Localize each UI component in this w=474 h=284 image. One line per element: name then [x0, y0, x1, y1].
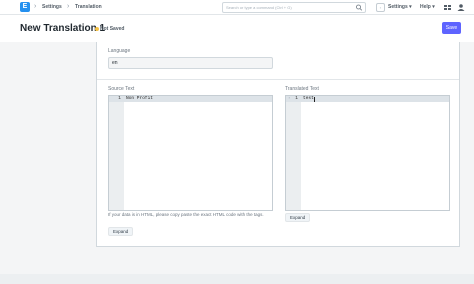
status-badge: Not Saved	[100, 26, 125, 32]
user-icon[interactable]: ▫	[376, 3, 385, 12]
source-text-editor[interactable]: 1 Non Profit	[108, 95, 273, 211]
breadcrumb-translation[interactable]: Translation	[75, 2, 102, 12]
editor-gutter	[109, 96, 124, 210]
chevron-right-icon: ›	[67, 3, 70, 10]
translated-code-line: test	[303, 96, 314, 101]
language-value: en	[112, 60, 118, 66]
settings-menu-label: Settings	[388, 4, 408, 10]
editor-gutter	[286, 96, 301, 210]
help-menu-label: Help	[420, 4, 431, 10]
language-field[interactable]: en	[108, 57, 273, 69]
language-label: Language	[108, 48, 131, 54]
search-input[interactable]: Search or type a command (Ctrl + G)	[226, 3, 292, 12]
translated-text-label: Translated Text	[285, 86, 319, 92]
source-code-line: Non Profit	[126, 96, 154, 101]
footer	[0, 274, 474, 284]
form-card: Language en Source Text 1 Non Profit Tra…	[96, 42, 460, 247]
help-menu[interactable]: Help ▾	[420, 2, 435, 12]
page-header: New Translation 1 Not Saved Save	[0, 15, 474, 42]
avatar[interactable]	[456, 2, 466, 12]
line-number: 1	[118, 96, 121, 101]
chevron-right-icon: ›	[34, 3, 37, 10]
status-indicator	[95, 27, 99, 31]
app-logo[interactable]: E	[20, 2, 30, 12]
search-icon[interactable]	[355, 3, 363, 12]
help-text: If your data is in HTML, please copy pas…	[108, 212, 264, 217]
caret-down-icon: ▾	[409, 4, 412, 10]
caret-down-icon: ▾	[432, 4, 435, 10]
save-button[interactable]: Save	[442, 22, 461, 34]
grid-icon[interactable]	[443, 2, 453, 12]
source-text-label: Source Text	[108, 86, 135, 92]
breadcrumb-settings[interactable]: Settings	[42, 2, 62, 12]
page-title: New Translation 1	[20, 23, 106, 34]
text-cursor	[314, 97, 315, 102]
search-box[interactable]: Search or type a command (Ctrl + G)	[222, 2, 366, 13]
translated-text-editor[interactable]: › 1 test	[285, 95, 450, 211]
source-expand-button[interactable]: Expand	[108, 227, 134, 236]
translated-expand-button[interactable]: Expand	[285, 213, 311, 222]
line-number: 1	[295, 96, 298, 101]
navbar: E › Settings › Translation Search or typ…	[0, 0, 474, 15]
settings-menu[interactable]: Settings ▾	[388, 2, 412, 12]
section-divider	[97, 79, 459, 80]
